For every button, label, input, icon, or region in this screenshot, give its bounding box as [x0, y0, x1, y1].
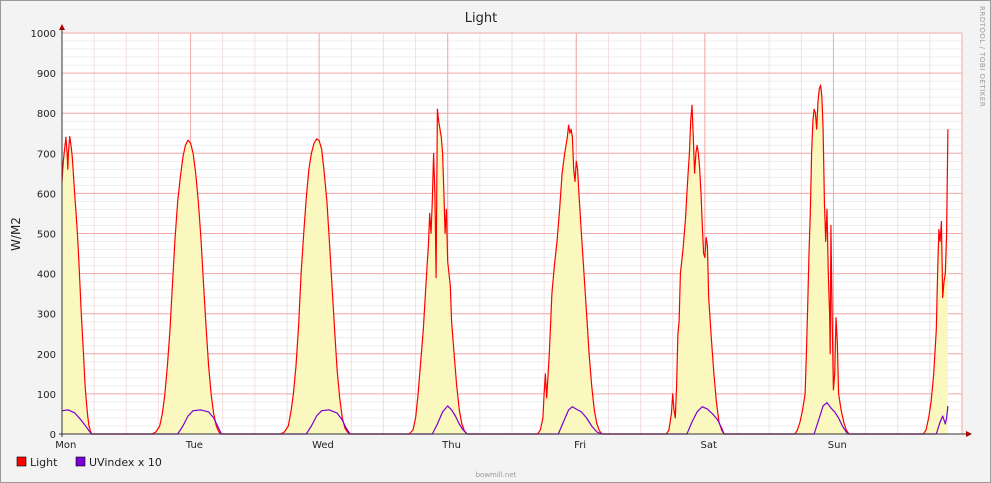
y-tick-label: 200 — [37, 350, 56, 361]
x-tick-label: Thu — [441, 440, 461, 451]
chart-title: Light — [465, 11, 497, 26]
legend-label-1: UVindex x 10 — [89, 456, 162, 469]
y-axis-label: W/M2 — [9, 217, 23, 251]
light-chart: Light W/M2 RRDTOOL / TOBI OETIKER bowmil… — [9, 6, 986, 479]
y-tick-label: 500 — [37, 230, 56, 241]
y-tick-label: 300 — [37, 310, 56, 321]
x-tick-label: Sun — [828, 440, 847, 451]
x-tick-label: Mon — [55, 440, 76, 451]
y-tick-label: 800 — [37, 109, 56, 120]
x-tick-label: Tue — [185, 440, 203, 451]
y-tick-label: 700 — [37, 149, 56, 160]
rrdtool-credit: RRDTOOL / TOBI OETIKER — [978, 6, 986, 107]
y-tick-label: 100 — [37, 390, 56, 401]
x-axis-arrow — [966, 431, 972, 437]
chart-frame: Light W/M2 RRDTOOL / TOBI OETIKER bowmil… — [0, 0, 991, 483]
watermark: bowmill.net — [476, 471, 517, 479]
y-axis-arrow — [59, 24, 65, 30]
legend-swatch-0 — [16, 456, 27, 467]
legend-label-0: Light — [30, 456, 58, 469]
x-tick-label: Sat — [701, 440, 717, 451]
y-tick-label: 900 — [37, 69, 56, 80]
y-tick-label: 600 — [37, 189, 56, 200]
y-tick-label: 400 — [37, 270, 56, 281]
y-tick-label: 1000 — [31, 29, 56, 40]
x-tick-label: Wed — [312, 440, 334, 451]
x-tick-label: Fri — [574, 440, 586, 451]
legend-swatch-1 — [75, 456, 86, 467]
legend: Light UVindex x 10 — [16, 456, 162, 469]
